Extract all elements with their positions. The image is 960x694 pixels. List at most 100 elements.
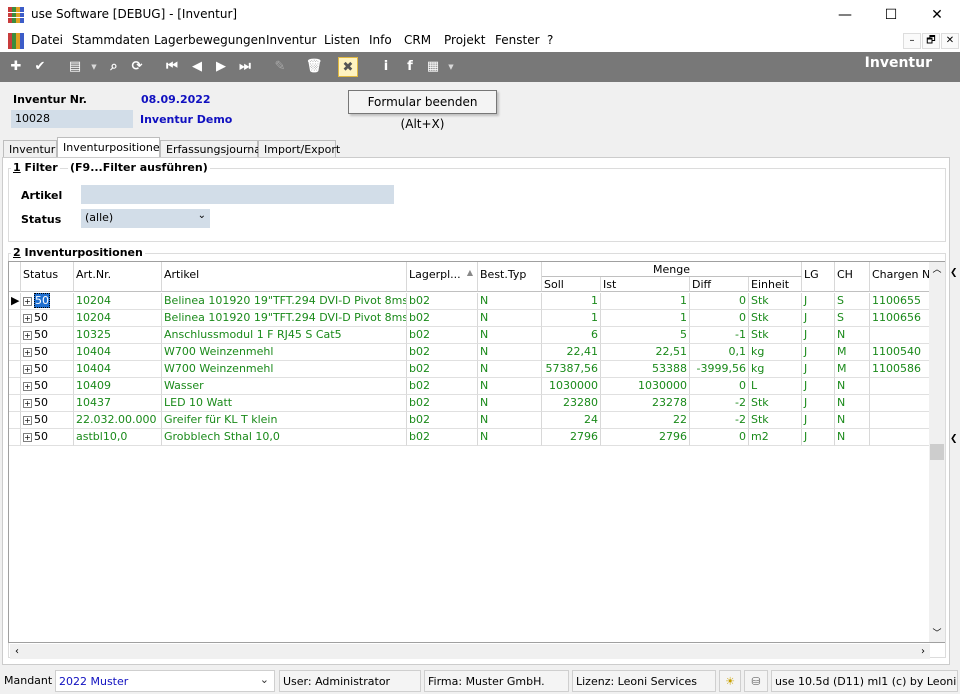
expand-plus-icon[interactable]: + [23, 364, 32, 374]
cell-artnr[interactable]: 10204 [74, 310, 162, 327]
cell-lg[interactable]: J [802, 412, 835, 429]
cell-ch[interactable]: S [835, 310, 870, 327]
first-record-icon[interactable]: ⏮ [162, 57, 182, 77]
cell-ist[interactable]: 53388 [601, 361, 690, 378]
cell-artikel[interactable]: Greifer für KL T klein [162, 412, 407, 429]
menu-lagerbewegungen[interactable]: Lagerbewegungen [154, 33, 266, 47]
expand-plus-icon[interactable]: + [23, 330, 32, 340]
table-row[interactable]: +50 10204 Belinea 101920 19"TFT.294 DVI-D … [9, 310, 930, 327]
side-collapse-bottom-icon[interactable]: ❮ [950, 434, 960, 458]
tab-erfassungsjournal[interactable]: Erfassungsjournal [160, 140, 264, 158]
cell-soll[interactable]: 57387,56 [542, 361, 601, 378]
cell-besttyp[interactable]: N [478, 412, 542, 429]
cell-diff[interactable]: -2 [690, 395, 749, 412]
cell-lg[interactable]: J [802, 395, 835, 412]
cell-lagerplatz[interactable]: b02 [407, 293, 478, 310]
cell-lg[interactable]: J [802, 429, 835, 446]
minimize-button[interactable]: — [822, 0, 868, 30]
menu-info[interactable]: Info [369, 33, 392, 47]
cell-besttyp[interactable]: N [478, 361, 542, 378]
tab-import-export[interactable]: Import/Export [258, 140, 340, 158]
next-record-icon[interactable]: ▶ [211, 57, 231, 77]
cell-lagerplatz[interactable]: b02 [407, 395, 478, 412]
cell-lagerplatz[interactable]: b02 [407, 429, 478, 446]
table-row[interactable]: ▶ +50 10204 Belinea 101920 19"TFT.294 DVI-D… [9, 293, 930, 310]
sun-icon[interactable]: ☀ [719, 670, 741, 692]
print-icon[interactable]: ▤ [65, 57, 85, 77]
table-row[interactable]: +50 10437 LED 10 Watt b02 N 23280 23278 -2 Stk J N [9, 395, 930, 412]
cell-einheit[interactable]: Stk [749, 293, 802, 310]
mdi-minimize-button[interactable]: – [903, 33, 921, 49]
scroll-thumb[interactable] [930, 444, 944, 460]
cell-einheit[interactable]: Stk [749, 412, 802, 429]
menu-inventur[interactable]: Inventur [266, 33, 316, 47]
cell-diff[interactable]: 0 [690, 310, 749, 327]
cell-lagerplatz[interactable]: b02 [407, 310, 478, 327]
refresh-icon[interactable]: ⟳ [127, 57, 147, 77]
cell-diff[interactable]: 0 [690, 293, 749, 310]
cell-einheit[interactable]: kg [749, 344, 802, 361]
cell-chargen[interactable]: 1100586 [870, 361, 930, 378]
cell-ch[interactable]: N [835, 412, 870, 429]
cell-chargen[interactable] [870, 412, 930, 429]
cell-artikel[interactable]: Belinea 101920 19"TFT.294 DVI-D Pivot 8m… [162, 310, 407, 327]
cell-besttyp[interactable]: N [478, 344, 542, 361]
col-artikel[interactable]: Artikel [162, 262, 407, 292]
col-einheit[interactable]: Einheit [749, 277, 802, 292]
cell-besttyp[interactable]: N [478, 310, 542, 327]
cell-artikel[interactable]: Wasser [162, 378, 407, 395]
col-lagerplatz[interactable]: Lagerpl... ▲ [407, 262, 478, 292]
cell-diff[interactable]: -1 [690, 327, 749, 344]
tab-inventurpositionen[interactable]: Inventurpositionen [57, 137, 167, 158]
cell-besttyp[interactable]: N [478, 395, 542, 412]
cell-ist[interactable]: 23278 [601, 395, 690, 412]
col-ist[interactable]: Ist [601, 277, 690, 292]
menu-stammdaten[interactable]: Stammdaten [72, 33, 150, 47]
cell-soll[interactable]: 6 [542, 327, 601, 344]
cell-soll[interactable]: 22,41 [542, 344, 601, 361]
cell-status[interactable]: +50 [21, 395, 74, 412]
facebook-icon[interactable]: f [400, 57, 420, 77]
print-dropdown-icon[interactable]: ▼ [90, 57, 98, 77]
scroll-down-icon[interactable]: ﹀ [929, 626, 945, 642]
close-form-icon[interactable]: ✖ [338, 57, 358, 77]
cell-einheit[interactable]: Stk [749, 310, 802, 327]
cell-status[interactable]: +50 [21, 378, 74, 395]
cell-artnr[interactable]: 10404 [74, 344, 162, 361]
cell-einheit[interactable]: Stk [749, 395, 802, 412]
col-status[interactable]: Status [21, 262, 74, 292]
col-ch[interactable]: CH [835, 262, 870, 292]
cell-lg[interactable]: J [802, 327, 835, 344]
cell-artikel[interactable]: Belinea 101920 19"TFT.294 DVI-D Pivot 8m… [162, 293, 407, 310]
col-artnr[interactable]: Art.Nr. [74, 262, 162, 292]
cell-besttyp[interactable]: N [478, 429, 542, 446]
cell-status[interactable]: +50 [21, 412, 74, 429]
cell-lagerplatz[interactable]: b02 [407, 378, 478, 395]
scroll-right-icon[interactable]: › [916, 644, 930, 659]
grid-horizontal-scrollbar[interactable]: ‹ › [10, 644, 930, 659]
cell-chargen[interactable]: 1100656 [870, 310, 930, 327]
cell-ist[interactable]: 1 [601, 310, 690, 327]
expand-plus-icon[interactable]: + [23, 432, 32, 442]
menu-datei[interactable]: Datei [31, 33, 63, 47]
cell-ist[interactable]: 5 [601, 327, 690, 344]
database-icon[interactable]: ⛁ [744, 670, 768, 692]
cell-artnr[interactable]: 10404 [74, 361, 162, 378]
tab-inventur[interactable]: Inventur [3, 140, 57, 158]
cell-soll[interactable]: 2796 [542, 429, 601, 446]
cell-soll[interactable]: 23280 [542, 395, 601, 412]
cell-ch[interactable]: N [835, 378, 870, 395]
app-menu-icon[interactable] [8, 33, 24, 49]
cell-diff[interactable]: 0 [690, 429, 749, 446]
cell-artikel[interactable]: W700 Weinzenmehl [162, 361, 407, 378]
cell-diff[interactable]: 0 [690, 378, 749, 395]
cell-diff[interactable]: -2 [690, 412, 749, 429]
menu-listen[interactable]: Listen [324, 33, 360, 47]
cell-lagerplatz[interactable]: b02 [407, 344, 478, 361]
cell-chargen[interactable] [870, 378, 930, 395]
cell-besttyp[interactable]: N [478, 327, 542, 344]
table-row[interactable]: +50 astbl10,0 Grobblech Sthal 10,0 b02 N 2796… [9, 429, 930, 446]
cell-besttyp[interactable]: N [478, 378, 542, 395]
cell-diff[interactable]: 0,1 [690, 344, 749, 361]
cell-lg[interactable]: J [802, 361, 835, 378]
